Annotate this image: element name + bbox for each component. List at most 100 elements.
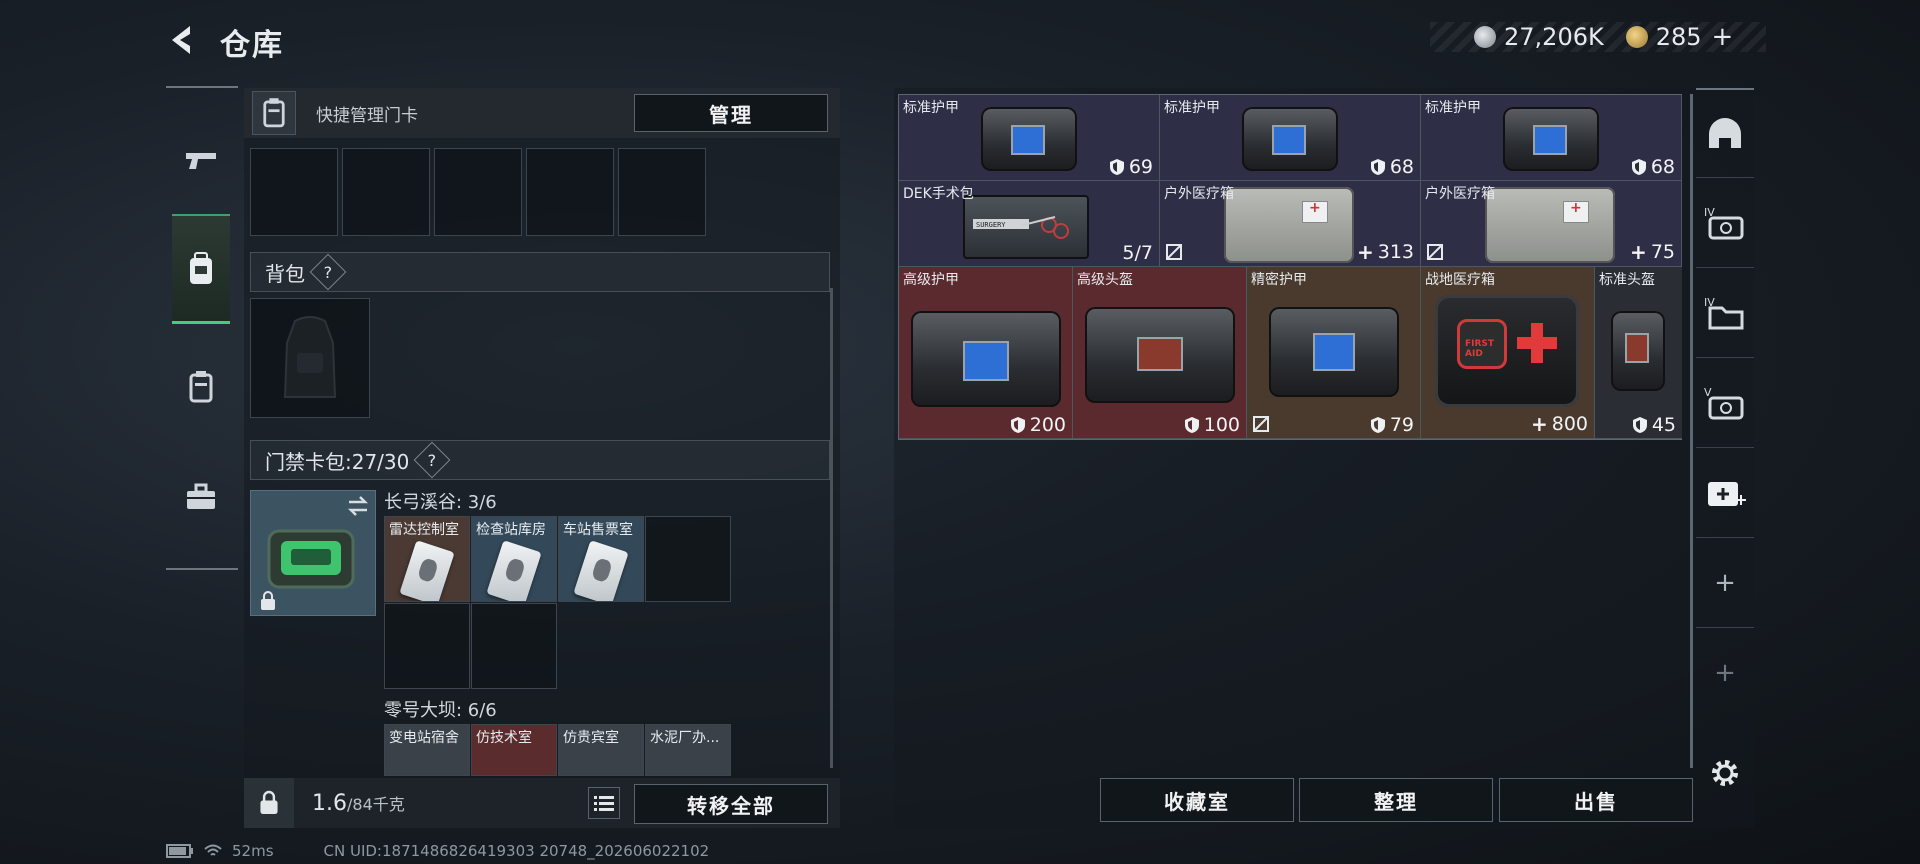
battery-icon [166,844,193,858]
quick-manage-bar: 快捷管理门卡 管理 [244,88,840,138]
shield-icon [1184,417,1199,433]
pistol-icon [186,153,216,169]
empty-keycard-slot[interactable] [645,516,731,602]
empty-slot[interactable] [526,148,614,236]
keycard-slot[interactable]: 仿贵宾室 [558,724,644,776]
keycard-case-icon [189,371,213,403]
svg-text:SURGERY: SURGERY [976,221,1006,229]
keycard-slot[interactable]: 仿技术室 [471,724,557,776]
backpack-slot[interactable] [250,298,370,418]
transfer-all-button[interactable]: 转移全部 [634,784,828,824]
item-slot[interactable]: 标准护甲 68 [1160,95,1421,181]
empty-keycard-slot[interactable] [471,603,557,689]
shield-icon [1631,159,1646,175]
keycard-case-icon [252,91,296,135]
help-icon[interactable]: ? [413,441,451,479]
status-bar: 52ms CN UID:1871486826419303 20748_20260… [166,842,709,860]
tool-rail: IV IV V + + [1696,88,1754,828]
tier-iv-folder-filter[interactable]: IV [1696,268,1754,358]
backpack-section-header: 背包 ? [250,252,830,292]
currency-primary-value: 27,206K [1504,23,1604,51]
helmet-filter[interactable] [1696,88,1754,178]
tier-v-filter[interactable]: V [1696,358,1754,448]
shield-icon [1632,417,1647,433]
empty-slot[interactable] [434,148,522,236]
backpack-silhouette-icon [283,316,337,398]
keycard-slot[interactable]: 变电站宿舍 [384,724,470,776]
uid-readout: CN UID:1871486826419303 20748_2026060221… [323,842,710,860]
no-sell-icon [1253,416,1269,432]
medkit-icon [1485,187,1615,263]
medical-filter[interactable] [1696,448,1754,538]
inventory-panel: 快捷管理门卡 管理 背包 ? 门禁卡包:27/30 ? 长弓溪谷: 3/6 雷达… [244,88,840,828]
empty-keycard-slot[interactable] [384,603,470,689]
tier-iv-folder-icon: IV [1704,296,1744,329]
helmet-icon [1611,311,1665,391]
surgery-kit-icon: SURGERY [963,195,1089,259]
tier-iv-filter[interactable]: IV [1696,178,1754,268]
no-sell-icon [1427,244,1443,260]
help-icon[interactable]: ? [309,253,347,291]
category-cards[interactable] [172,332,230,442]
back-button[interactable] [164,22,200,58]
sell-button[interactable]: 出售 [1499,778,1693,822]
scrollbar[interactable] [1690,94,1693,768]
empty-slot[interactable] [618,148,706,236]
manage-button[interactable]: 管理 [634,94,828,132]
category-equipment[interactable] [172,214,230,324]
keycard-case-item[interactable] [250,490,376,616]
helmet-icon [1709,117,1741,148]
empty-slot[interactable] [342,148,430,236]
organize-button[interactable]: 整理 [1299,778,1493,822]
token-icon [1625,26,1648,48]
inventory-footer: 1.6/84千克 转移全部 [244,778,840,828]
shield-icon [1370,159,1385,175]
first-aid-kit-icon: FIRST AID [1435,295,1579,407]
item-slot[interactable]: DEK手术包 SURGERY 5/7 [899,181,1160,267]
briefcase-icon [187,483,215,509]
add-currency-button[interactable]: + [1712,22,1734,52]
item-slot[interactable]: 高级头盔 100 [1073,267,1247,439]
collection-room-button[interactable]: 收藏室 [1100,778,1294,822]
tier-v-case-icon: V [1704,386,1744,419]
keycard-icon [573,540,629,601]
item-slot[interactable]: 标准护甲 68 [1421,95,1682,181]
backpack-section-title: 背包 [265,261,305,286]
item-slot[interactable]: 高级护甲 200 [899,267,1073,439]
swap-icon[interactable] [345,495,371,517]
shield-icon [1010,417,1025,433]
quick-manage-label: 快捷管理门卡 [316,105,418,126]
lock-toggle[interactable] [244,778,294,828]
keycard-slot[interactable]: 检查站库房 [471,516,557,602]
armor-icon [1242,107,1338,171]
wifi-icon [204,844,222,856]
keycard-icon [399,540,455,601]
armor-icon [1503,107,1599,171]
item-slot[interactable]: 精密护甲 79 [1247,267,1421,439]
keycard-slot[interactable]: 雷达控制室 [384,516,470,602]
item-slot[interactable]: 户外医疗箱 +313 [1160,181,1421,267]
item-slot[interactable]: 户外医疗箱 +75 [1421,181,1682,267]
keycard-slot[interactable]: 水泥厂办... [645,724,731,776]
coin-icon [1474,26,1496,48]
keycard-slot[interactable]: 车站售票室 [558,516,644,602]
back-arrow-icon [172,26,190,54]
list-view-button[interactable] [588,787,620,819]
stash-grid: 标准护甲 69 标准护甲 68 标准护甲 68 DEK手术包 SURGERY 5… [898,94,1682,440]
scrollbar[interactable] [830,288,833,768]
ping-readout: 52ms [232,842,274,860]
page-title: 仓库 [220,28,284,63]
item-slot[interactable]: 标准护甲 69 [899,95,1160,181]
category-toolbox[interactable] [172,442,230,552]
empty-slot[interactable] [250,148,338,236]
add-stash-button-disabled[interactable]: + [1696,628,1754,718]
settings-button[interactable] [1696,728,1754,818]
category-weapons[interactable] [172,106,230,216]
armor-icon [981,107,1077,171]
item-slot[interactable]: 标准头盔 45 [1595,267,1682,439]
item-slot[interactable]: 战地医疗箱 FIRST AID +800 [1421,267,1595,439]
add-stash-button[interactable]: + [1696,538,1754,628]
heal-icon: + [1530,412,1548,436]
helmet-icon [1085,307,1235,403]
zone-title: 长弓溪谷: 3/6 [384,492,497,513]
